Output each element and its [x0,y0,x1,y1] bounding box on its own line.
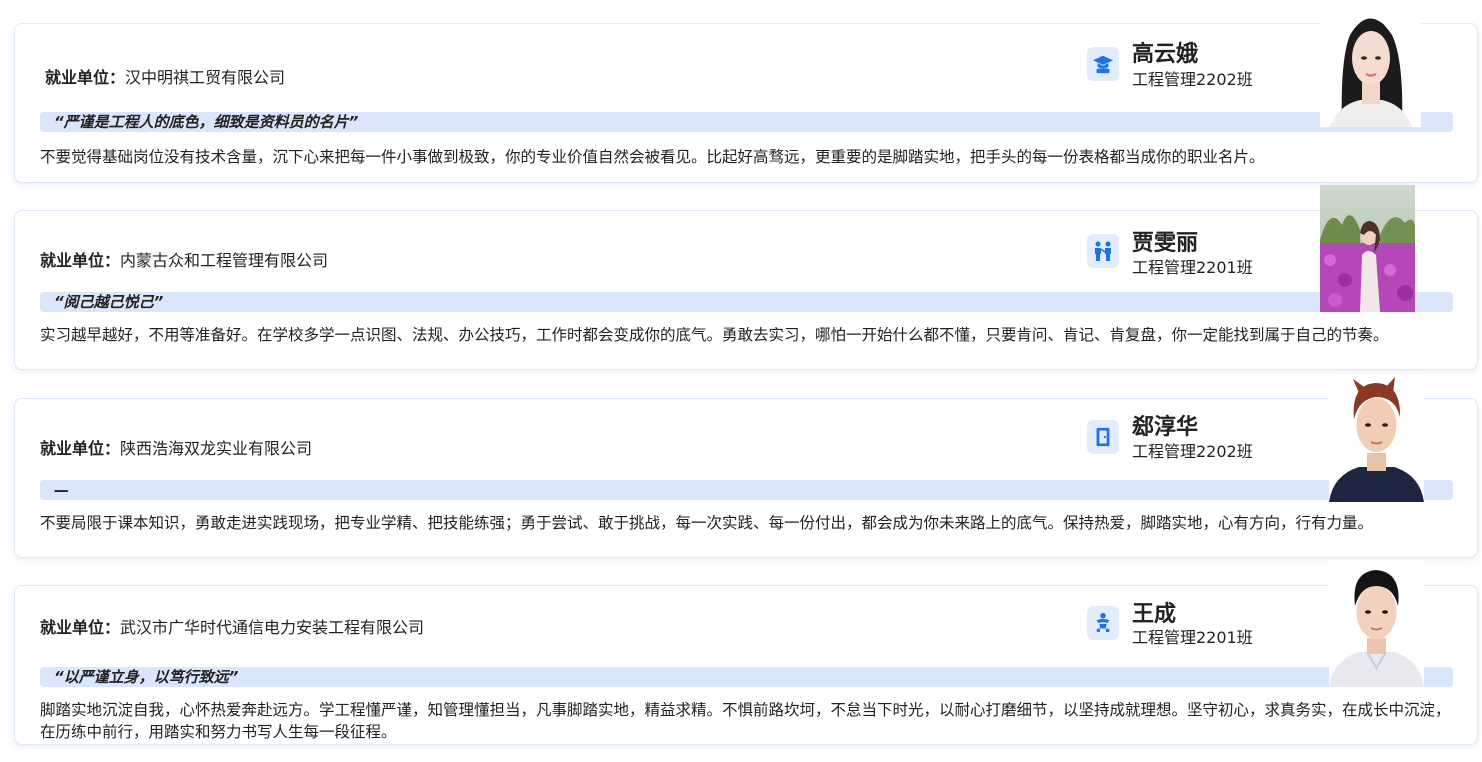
advice-text: 实习越早越好，不用等准备好。在学校多学一点识图、法规、办公技巧，工作时都会变成你… [40,326,1389,344]
quote-bar: “严谨是工程人的底色，细致是资料员的名片” [40,112,1453,132]
graduate-class: 工程管理2202班 [1132,442,1253,461]
company-label: 就业单位： [40,618,121,637]
quote-text: “严谨是工程人的底色，细致是资料员的名片” [54,113,359,131]
page: 就业单位：汉中明祺工贸有限公司 “严谨是工程人的底色，细致是资料员的名片” 不要… [0,0,1482,762]
baby-icon [1087,606,1119,640]
graduate-class: 工程管理2202班 [1132,70,1253,89]
graduate-name: 贾雯丽 [1132,231,1199,256]
quote-bar: “以严谨立身，以笃行致远” [40,667,1453,687]
company-label: 就业单位： [45,68,126,87]
company-name: 内蒙古众和工程管理有限公司 [120,251,329,270]
company-name: 汉中明祺工贸有限公司 [125,68,286,87]
company-line: 就业单位：内蒙古众和工程管理有限公司 [40,247,328,271]
graduate-card: 就业单位：武汉市广华时代通信电力安装工程有限公司 “以严谨立身，以笃行致远” 脚… [14,585,1478,745]
company-line: 就业单位：汉中明祺工贸有限公司 [45,64,285,88]
company-line: 就业单位：武汉市广华时代通信电力安装工程有限公司 [40,614,424,638]
graduate-photo [1320,185,1415,312]
graduate-photo [1329,560,1424,687]
advice-text: 不要局限于课本知识，勇敢走进实践现场，把专业学精、把技能练强；勇于尝试、敢于挑战… [40,514,1374,532]
quote-bar: “阅己越己悦己” [40,292,1453,312]
quote-bar: — [40,480,1453,500]
graduate-card: 就业单位：陕西浩海双龙实业有限公司 — 不要局限于课本知识，勇敢走进实践现场，把… [14,398,1478,558]
graduate-photo [1329,375,1424,502]
graduate-class: 工程管理2201班 [1132,628,1253,647]
company-name: 陕西浩海双龙实业有限公司 [120,439,313,458]
graduate-card: 就业单位：汉中明祺工贸有限公司 “严谨是工程人的底色，细致是资料员的名片” 不要… [14,23,1478,183]
graduate-class: 工程管理2201班 [1132,258,1253,277]
quote-text: “阅己越己悦己” [54,293,164,311]
graduate-name: 郄淳华 [1132,415,1199,440]
company-name: 武汉市广华时代通信电力安装工程有限公司 [120,618,425,637]
people-icon [1087,234,1119,268]
graduate-card: 就业单位：内蒙古众和工程管理有限公司 “阅己越己悦己” 实习越早越好，不用等准备… [14,210,1478,370]
quote-text: — [54,481,69,499]
company-label: 就业单位： [40,251,121,270]
quote-text: “以严谨立身，以笃行致远” [54,668,239,686]
advice-text: 脚踏实地沉淀自我，心怀热爱奔赴远方。学工程懂严谨，知管理懂担当，凡事脚踏实地，精… [40,701,1451,741]
graduate-icon [1087,47,1119,81]
company-line: 就业单位：陕西浩海双龙实业有限公司 [40,435,312,459]
graduate-name: 高云娥 [1132,42,1199,67]
company-label: 就业单位： [40,439,121,458]
advice-text: 不要觉得基础岗位没有技术含量，沉下心来把每一件小事做到极致，你的专业价值自然会被… [40,148,1265,166]
door-icon [1087,420,1119,454]
graduate-photo [1320,0,1421,127]
